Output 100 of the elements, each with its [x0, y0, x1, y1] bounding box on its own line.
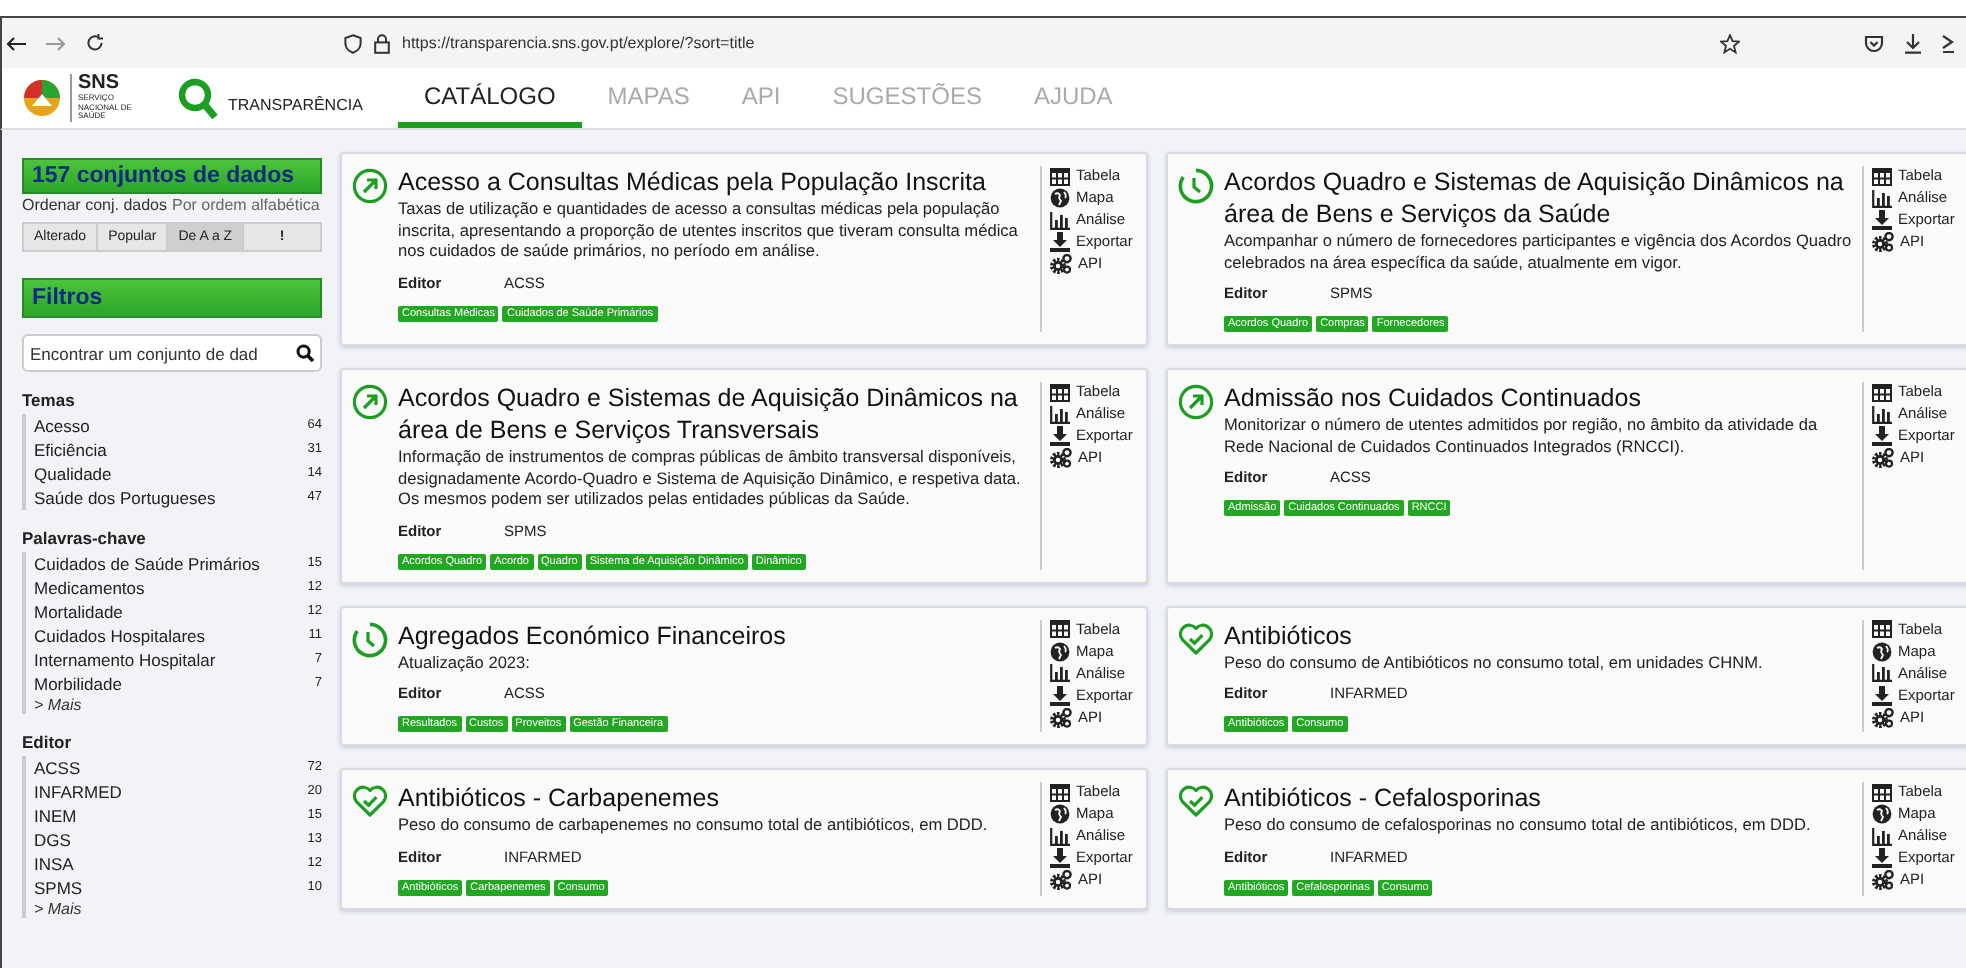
filter-link[interactable]: INSA [34, 852, 74, 876]
brand-name: TRANSPARÊNCIA [228, 93, 363, 113]
address-bar-url[interactable]: https://transparencia.sns.gov.pt/explore/?sort=title [402, 34, 755, 52]
bar-chart-icon [1050, 827, 1070, 845]
dataset-title[interactable]: Acesso a Consultas Médicas pela População Inscrita [398, 166, 1030, 198]
back-arrow-icon[interactable] [6, 35, 26, 51]
dataset-description: Monitorizar o número de utentes admitidos por região, no âmbito da atividade da Rede Nacional de Cuidados Continuados Integrados (RNCCI). [1224, 414, 1820, 456]
shield-check-icon[interactable] [1864, 33, 1884, 53]
filter-link[interactable]: ACSS [34, 756, 81, 780]
forward-arrow-icon[interactable] [46, 35, 66, 51]
download-icon [1050, 685, 1070, 705]
bar-chart-icon [1872, 189, 1892, 207]
download-icon [1050, 426, 1070, 446]
filter-link[interactable]: Morbilidade [34, 672, 122, 696]
bar-chart-icon [1050, 664, 1070, 682]
search-field[interactable]: Encontrar um conjunto de dad [22, 334, 322, 372]
filter-group-title: Temas [22, 390, 77, 410]
dataset-description: Informação de instrumentos de compras públicas de âmbito transversal disponíveis, designadamente Acordo-Quadro e Sistema de Aquisição Dinâmico, e respetiva data. Os mesmos podem ser utilizados pelas entidades públicas da Saúde. [398, 446, 1023, 509]
filter-group-title: Palavras-chave [22, 528, 148, 548]
dataset-title[interactable]: Antibióticos - Carbapenemes [398, 782, 1030, 814]
heart-check-icon [1178, 621, 1214, 655]
table-icon [1872, 383, 1892, 401]
dataset-description: Peso do consumo de cefalosporinas no consumo total de antibióticos, em DDD. [1224, 814, 1813, 835]
globe-icon [1050, 188, 1070, 208]
dataset-title[interactable]: Acordos Quadro e Sistemas de Aquisição Dinâmicos na área de Bens e Serviços da Saúde [1224, 166, 1852, 230]
table-icon [1050, 383, 1070, 401]
gears-icon [1872, 232, 1894, 252]
bar-chart-icon [1050, 211, 1070, 229]
filter-link[interactable]: Cuidados Hospitalares [34, 624, 206, 648]
download-icon [1872, 685, 1892, 705]
bar-chart-icon [1872, 405, 1892, 423]
filter-link[interactable]: Mortalidade [34, 600, 123, 624]
more-link[interactable]: > Mais [34, 900, 322, 918]
filter-link[interactable]: Cuidados de Saúde Primários [34, 552, 260, 576]
dataset-title[interactable]: Antibióticos [1224, 619, 1852, 651]
dataset-count: 157 conjuntos de dados [22, 158, 322, 194]
table-icon [1872, 620, 1892, 638]
globe-icon [1872, 804, 1892, 824]
download-icon [1872, 426, 1892, 446]
sort-value: Por ordem alfabética [172, 196, 322, 214]
search-icon [178, 77, 218, 119]
bar-chart-icon [1872, 827, 1892, 845]
filter-link[interactable]: INFARMED [34, 780, 122, 804]
gears-icon [1872, 870, 1894, 890]
filter-link[interactable]: Internamento Hospitalar [34, 648, 216, 672]
logo-title: SNS [78, 74, 122, 95]
globe-icon [1872, 641, 1892, 661]
table-icon [1872, 783, 1892, 801]
download-icon [1050, 848, 1070, 868]
clock-icon [1178, 168, 1214, 204]
filter-link[interactable]: Acesso [34, 414, 90, 438]
dataset-description: Peso do consumo de Antibióticos no consumo total, em unidades CHNM. [1224, 651, 1765, 672]
heart-check-icon [1178, 784, 1214, 818]
download-icon [1872, 210, 1892, 230]
filter-link[interactable]: Eficiência [34, 438, 107, 462]
gears-icon [1050, 254, 1072, 274]
filter-link[interactable]: Saúde dos Portugueses [34, 486, 216, 510]
download-icon[interactable] [1904, 33, 1922, 53]
heart-check-icon [352, 784, 388, 818]
filter-link[interactable]: INEM [34, 804, 77, 828]
gears-icon [1050, 870, 1072, 890]
dataset-description: Taxas de utilização e quantidades de acesso a consultas médicas pela população inscrita, apresentando a proporção de utentes inscritos que tiveram consulta médica nos cuidados de saúde primários, no período em análise. [398, 198, 1020, 261]
gears-icon [1872, 448, 1894, 468]
search-icon[interactable] [296, 344, 314, 362]
filter-link[interactable]: SPMS [34, 876, 83, 900]
gears-icon [1872, 707, 1894, 727]
arrow-circle-icon [352, 168, 388, 204]
reload-icon[interactable] [86, 34, 104, 52]
filter-link[interactable]: Qualidade [34, 462, 112, 486]
clock-icon [352, 621, 388, 657]
filter-link[interactable]: Medicamentos [34, 576, 145, 600]
dataset-title[interactable]: Admissão nos Cuidados Continuados [1224, 382, 1852, 414]
table-icon [1050, 620, 1070, 638]
logo-icon [22, 78, 62, 118]
star-icon[interactable] [1720, 33, 1740, 53]
bar-chart-icon [1050, 405, 1070, 423]
table-icon [1050, 783, 1070, 801]
arrow-circle-icon [1178, 384, 1214, 420]
dataset-description: Atualização 2023: [398, 651, 532, 672]
dataset-description: Peso do consumo de carbapenemes no consumo total de antibióticos, em DDD. [398, 814, 990, 835]
globe-icon [1050, 641, 1070, 661]
more-link[interactable]: > Mais [34, 696, 322, 714]
globe-icon [1050, 804, 1070, 824]
download-icon [1872, 848, 1892, 868]
download-icon [1050, 232, 1070, 252]
bar-chart-icon [1872, 664, 1892, 682]
filter-group-title: Editor [22, 732, 74, 752]
filter-link[interactable]: DGS [34, 828, 71, 852]
dataset-title[interactable]: Antibióticos - Cefalosporinas [1224, 782, 1852, 814]
table-icon [1050, 167, 1070, 185]
lock-icon [374, 33, 390, 53]
dataset-title[interactable]: Agregados Económico Financeiros [398, 619, 1030, 651]
arrow-circle-icon [352, 384, 388, 420]
dataset-description: Acompanhar o número de fornecedores participantes e vigência dos Acordos Quadro celebrados na área específica da saúde, atualmente em vigor. [1224, 230, 1852, 272]
dataset-title[interactable]: Acordos Quadro e Sistemas de Aquisição Dinâmicos na área de Bens e Serviços Transversais [398, 382, 1030, 446]
nav-tab[interactable]: CATÁLOGO [398, 68, 582, 128]
shield-icon [344, 33, 362, 53]
gears-icon [1050, 448, 1072, 468]
table-icon [1872, 167, 1892, 185]
sort-label: Ordenar conj. dados [22, 196, 169, 214]
